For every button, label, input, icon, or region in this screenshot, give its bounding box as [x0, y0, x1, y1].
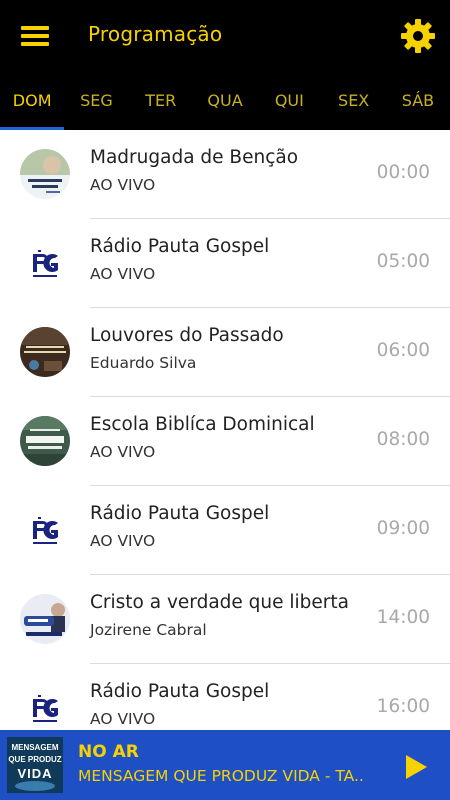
- program-time: 14:00: [376, 607, 430, 628]
- gear-icon[interactable]: [398, 16, 438, 56]
- now-playing-bar[interactable]: MENSAGEM QUE PRODUZ VIDA NO AR MENSAGEM …: [0, 730, 450, 800]
- tab-sab[interactable]: SÁB: [386, 82, 450, 130]
- program-time: 08:00: [376, 429, 430, 450]
- list-item[interactable]: Madrugada de Benção AO VIVO 00:00: [0, 130, 450, 219]
- thumbnail-text-line2: QUE PRODUZ: [8, 755, 62, 764]
- program-thumbnail: [20, 327, 70, 377]
- program-time: 00:00: [376, 162, 430, 183]
- list-item[interactable]: Cristo a verdade que liberta Jozirene Ca…: [0, 575, 450, 664]
- program-subtitle: AO VIVO: [90, 710, 156, 728]
- menu-icon[interactable]: [14, 18, 56, 54]
- program-time: 09:00: [376, 518, 430, 539]
- list-item[interactable]: Rádio Pauta Gospel AO VIVO 05:00: [0, 219, 450, 308]
- program-title: Cristo a verdade que liberta: [90, 592, 349, 613]
- on-air-label: NO AR: [78, 742, 139, 762]
- radio-logo-icon: [20, 238, 70, 288]
- program-thumbnail: [20, 594, 70, 644]
- program-title: Rádio Pauta Gospel: [90, 681, 270, 702]
- program-subtitle: AO VIVO: [90, 443, 156, 461]
- program-time: 06:00: [376, 340, 430, 361]
- program-subtitle: AO VIVO: [90, 532, 156, 550]
- radio-logo-icon: [20, 505, 70, 555]
- program-title: Rádio Pauta Gospel: [90, 503, 270, 524]
- program-list: Madrugada de Benção AO VIVO 00:00 Rádio …: [0, 130, 450, 730]
- now-playing-title: MENSAGEM QUE PRODUZ VIDA - TA..: [78, 767, 364, 785]
- radio-logo-icon: [20, 683, 70, 730]
- day-tabs: DOM SEG TER QUA QUI SEX SÁB: [0, 82, 450, 130]
- tab-dom[interactable]: DOM: [0, 82, 64, 130]
- top-bar: Programação DOM SEG TER QUA QUI SEX SÁB: [0, 0, 450, 130]
- program-title: Rádio Pauta Gospel: [90, 236, 270, 257]
- program-thumbnail: [20, 416, 70, 466]
- list-item[interactable]: Escola Biblíca Dominical AO VIVO 08:00: [0, 397, 450, 486]
- list-item[interactable]: Rádio Pauta Gospel AO VIVO 16:00: [0, 664, 450, 730]
- program-subtitle: Eduardo Silva: [90, 354, 197, 372]
- program-subtitle: AO VIVO: [90, 265, 156, 283]
- list-item[interactable]: Rádio Pauta Gospel AO VIVO 09:00: [0, 486, 450, 575]
- page-title: Programação: [88, 22, 223, 46]
- tab-qua[interactable]: QUA: [193, 82, 257, 130]
- program-subtitle: Jozirene Cabral: [90, 621, 207, 639]
- tab-ter[interactable]: TER: [129, 82, 193, 130]
- tab-qui[interactable]: QUI: [257, 82, 321, 130]
- thumbnail-text-line1: MENSAGEM: [11, 743, 59, 752]
- app-bar: Programação: [0, 0, 450, 72]
- program-subtitle: AO VIVO: [90, 176, 156, 194]
- program-time: 05:00: [376, 251, 430, 272]
- program-thumbnail: [20, 149, 70, 199]
- tab-sex[interactable]: SEX: [322, 82, 386, 130]
- now-playing-thumbnail: MENSAGEM QUE PRODUZ VIDA: [7, 737, 63, 793]
- play-icon[interactable]: [398, 750, 432, 784]
- program-time: 16:00: [376, 696, 430, 717]
- program-title: Madrugada de Benção: [90, 147, 299, 168]
- thumbnail-text-line3: VIDA: [17, 766, 53, 781]
- list-item[interactable]: Louvores do Passado Eduardo Silva 06:00: [0, 308, 450, 397]
- tab-seg[interactable]: SEG: [64, 82, 128, 130]
- program-title: Louvores do Passado: [90, 325, 284, 346]
- program-title: Escola Biblíca Dominical: [90, 414, 315, 435]
